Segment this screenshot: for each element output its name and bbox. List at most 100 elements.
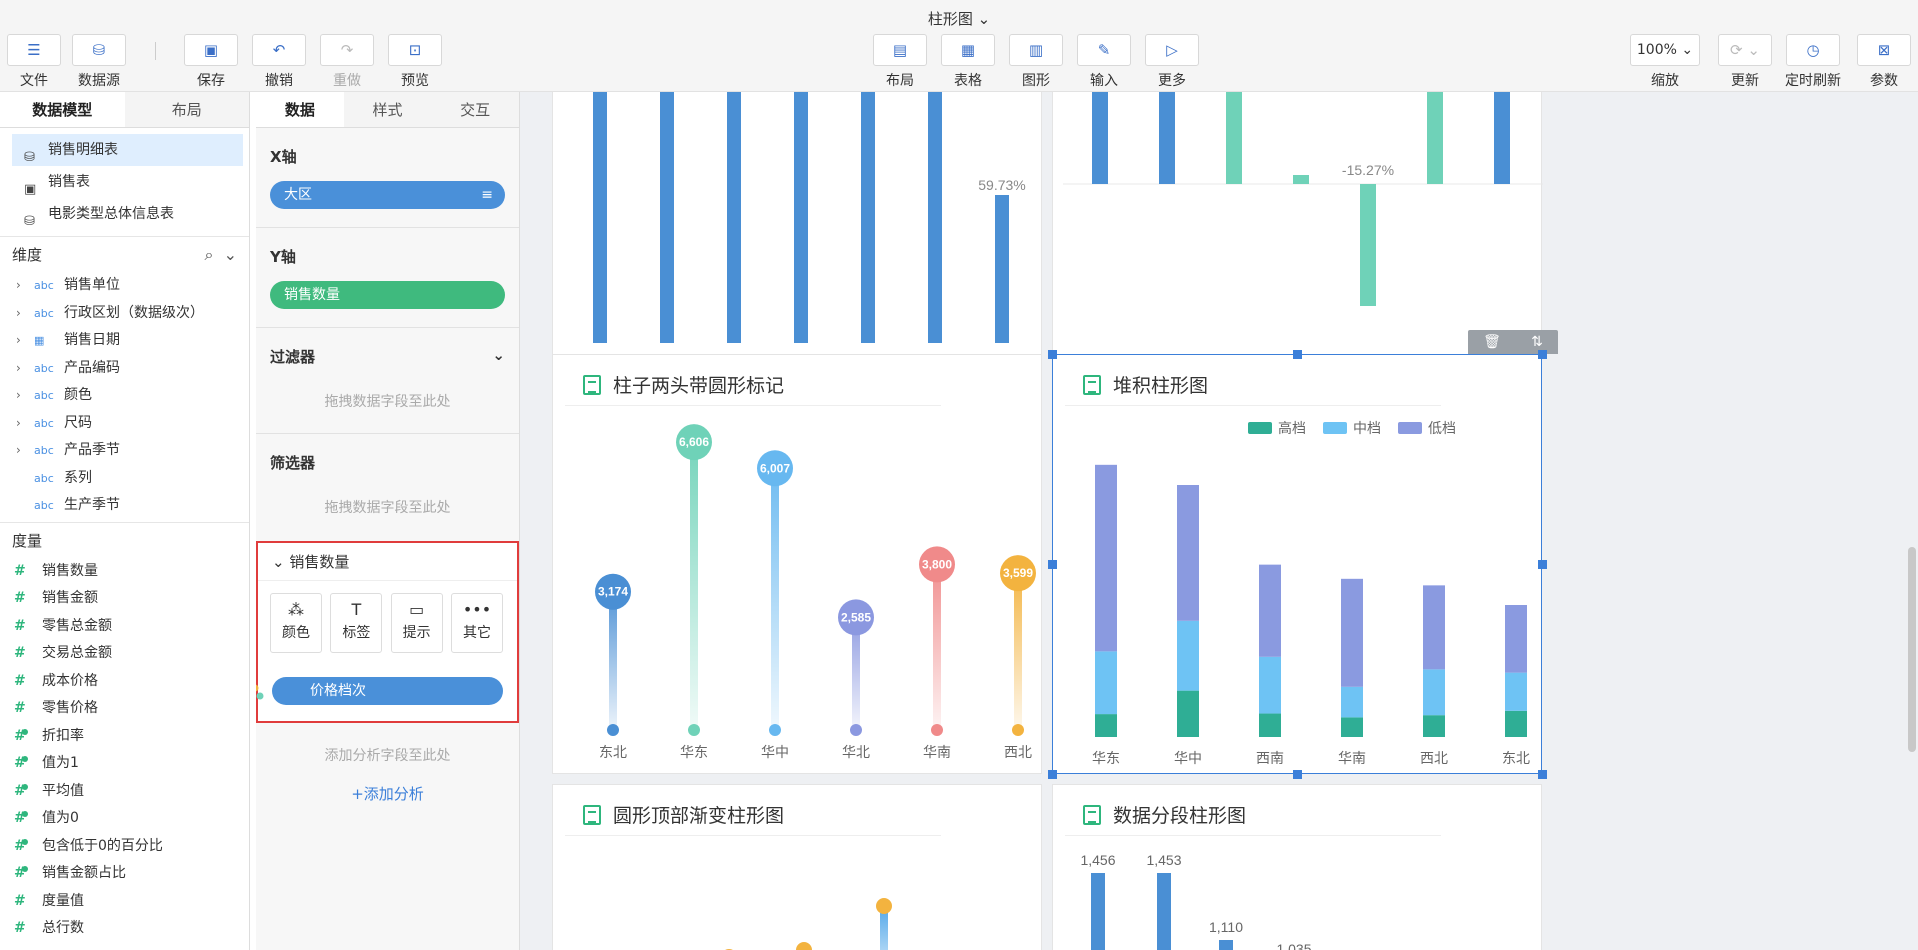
measure-item[interactable]: # 值为1 — [0, 750, 249, 778]
resize-handle[interactable] — [1293, 350, 1302, 359]
x-axis-field-pill[interactable]: 大区 ≡ — [270, 181, 505, 209]
lollipop-base-dot — [931, 724, 943, 736]
swap-icon[interactable]: ⇅ — [1531, 334, 1543, 350]
refresh-button[interactable]: ⟳ ⌄ 更新 — [1711, 34, 1779, 90]
measure-label: 销售数量 — [42, 562, 98, 579]
measure-item[interactable]: # 销售金额占比 — [0, 860, 249, 888]
stacked-bar-segment — [1341, 686, 1363, 718]
tab-interaction[interactable]: 交互 — [431, 92, 519, 127]
measure-item[interactable]: # 总行数 — [0, 915, 249, 943]
input-button[interactable]: ✎ 输入 — [1070, 34, 1138, 90]
chevron-right-icon[interactable]: › — [16, 272, 21, 300]
chart-card-segmented[interactable]: 数据分段柱形图 1,456 1,453 1,110 1,035 — [1052, 784, 1542, 950]
undo-button[interactable]: ↶ 撤销 — [245, 34, 313, 90]
legend-swatch — [1323, 422, 1347, 434]
dimension-item[interactable]: › abc 尺码 — [0, 410, 249, 438]
measure-item[interactable]: # 度量值 — [0, 888, 249, 916]
tab-style[interactable]: 样式 — [344, 92, 432, 127]
chart-button[interactable]: ▥ 图形 — [1002, 34, 1070, 90]
label-tool-button[interactable]: T 标签 — [330, 593, 383, 653]
chevron-right-icon[interactable]: › — [16, 437, 21, 465]
resize-handle[interactable] — [1048, 560, 1057, 569]
canvas-scrollbar[interactable] — [1908, 92, 1916, 950]
dimension-item[interactable]: › abc 销售单位 — [0, 272, 249, 300]
add-analysis-button[interactable]: +添加分析 — [256, 775, 519, 812]
dataset-item[interactable]: ▣ 销售表 — [0, 166, 249, 198]
save-button[interactable]: ▣ 保存 — [177, 34, 245, 90]
color-field-pill[interactable]: 价格档次 — [256, 677, 503, 705]
analysis-drop-zone[interactable]: 添加分析字段至此处 — [256, 723, 519, 775]
layout-button[interactable]: ▤ 布局 — [866, 34, 934, 90]
sort-icon[interactable]: ≡ — [481, 181, 493, 209]
tab-data-model[interactable]: 数据模型 — [0, 92, 125, 127]
chart-card-lollipop[interactable]: 柱子两头带圆形标记 3,174 东北 6,606 华东 6,007 华中 2,585 华北 3,… — [552, 354, 1042, 774]
measure-item[interactable]: # 零售总金额 — [0, 613, 249, 641]
scrollbar-thumb[interactable] — [1908, 547, 1916, 752]
chevron-right-icon[interactable]: › — [16, 300, 21, 328]
dataset-item[interactable]: ⛁ 销售明细表 — [12, 134, 243, 166]
chevron-down-icon[interactable]: ⌄ — [492, 346, 505, 367]
measure-item[interactable]: # 销售金额 — [0, 585, 249, 613]
layout-label: 布局 — [886, 73, 914, 89]
data-label: 1,035 — [1276, 941, 1311, 950]
table-button[interactable]: ▦ 表格 — [934, 34, 1002, 90]
measure-item[interactable]: # 零售价格 — [0, 695, 249, 723]
dimension-item[interactable]: › ▦ 销售日期 — [0, 327, 249, 355]
color-tool-button[interactable]: ⁂ 颜色 — [270, 593, 322, 653]
measure-mark-header[interactable]: ⌄ 销售数量 — [258, 543, 517, 581]
dimension-item[interactable]: › abc 颜色 — [0, 382, 249, 410]
chart-card-round-top[interactable]: 圆形顶部渐变柱形图 — [552, 784, 1042, 950]
text-icon: T — [351, 600, 362, 619]
tab-layout[interactable]: 布局 — [125, 92, 250, 127]
datasource-button[interactable]: ⛁ 数据源 — [65, 34, 133, 90]
filter-drop-zone[interactable]: 拖拽数据字段至此处 — [270, 381, 505, 433]
resize-handle[interactable] — [1538, 350, 1547, 359]
measure-item[interactable]: # 值为0 — [0, 805, 249, 833]
zoom-select[interactable]: 100% ⌄ — [1630, 34, 1700, 66]
dimension-item[interactable]: › abc 产品季节 — [0, 437, 249, 465]
preview-button[interactable]: ⊡ 预览 — [381, 34, 449, 90]
measure-item[interactable]: # 平均值 — [0, 778, 249, 806]
search-icon[interactable]: ⌕ — [204, 245, 213, 264]
bar-chart-icon: ▥ — [1009, 34, 1063, 66]
resize-handle[interactable] — [1048, 350, 1057, 359]
measure-item[interactable]: # 销售数量 — [0, 558, 249, 586]
document-title[interactable]: 柱形图 ⌄ — [0, 8, 1918, 29]
measure-item[interactable]: # 交易总金额 — [0, 640, 249, 668]
resize-handle[interactable] — [1048, 770, 1057, 779]
measure-item[interactable]: # 折扣率 — [0, 723, 249, 751]
dataset-item[interactable]: ⛁ 电影类型总体信息表 — [0, 198, 249, 230]
number-type-icon: # — [14, 920, 26, 936]
dimension-item[interactable]: › abc 行政区划（数据级次） — [0, 300, 249, 328]
other-tool-button[interactable]: ••• 其它 — [450, 593, 503, 653]
chevron-right-icon[interactable]: › — [16, 382, 21, 410]
lollipop-base-dot — [1012, 724, 1024, 736]
x-tick-label: 西北 — [1420, 750, 1448, 766]
dimension-item[interactable]: › abc 产品编码 — [0, 355, 249, 383]
chart-card-stacked[interactable]: 堆积柱形图 高档中档低档华东华中西南华南西北东北华北 — [1052, 354, 1542, 774]
chevron-right-icon[interactable]: › — [16, 327, 21, 355]
color-field-label: 价格档次 — [310, 683, 366, 699]
resize-handle[interactable] — [1538, 770, 1547, 779]
dimension-item[interactable]: abc 系列 — [0, 465, 249, 493]
x-tick-label: 华南 — [1338, 750, 1366, 766]
measure-item[interactable]: # 包含低于0的百分比 — [0, 833, 249, 861]
file-button[interactable]: ☰ 文件 — [0, 34, 68, 90]
bar — [727, 92, 741, 343]
screener-drop-zone[interactable]: 拖拽数据字段至此处 — [270, 487, 505, 539]
dimension-item[interactable]: abc 生产季节 — [0, 492, 249, 520]
chevron-down-icon[interactable]: ⌄ — [224, 245, 237, 264]
params-button[interactable]: ⊠ 参数 — [1850, 34, 1918, 90]
more-button[interactable]: ▷ 更多 — [1138, 34, 1206, 90]
redo-button[interactable]: ↷ 重做 — [313, 34, 381, 90]
measure-item[interactable]: # 成本价格 — [0, 668, 249, 696]
chevron-right-icon[interactable]: › — [16, 410, 21, 438]
resize-handle[interactable] — [1538, 560, 1547, 569]
tab-data[interactable]: 数据 — [256, 92, 344, 127]
timed-refresh-button[interactable]: ◷ 定时刷新 — [1779, 34, 1847, 90]
y-axis-field-pill[interactable]: 销售数量 — [270, 281, 505, 309]
chevron-right-icon[interactable]: › — [16, 355, 21, 383]
resize-handle[interactable] — [1293, 770, 1302, 779]
tooltip-tool-button[interactable]: ▭ 提示 — [390, 593, 443, 653]
trash-icon[interactable]: 🗑 — [1483, 334, 1501, 350]
